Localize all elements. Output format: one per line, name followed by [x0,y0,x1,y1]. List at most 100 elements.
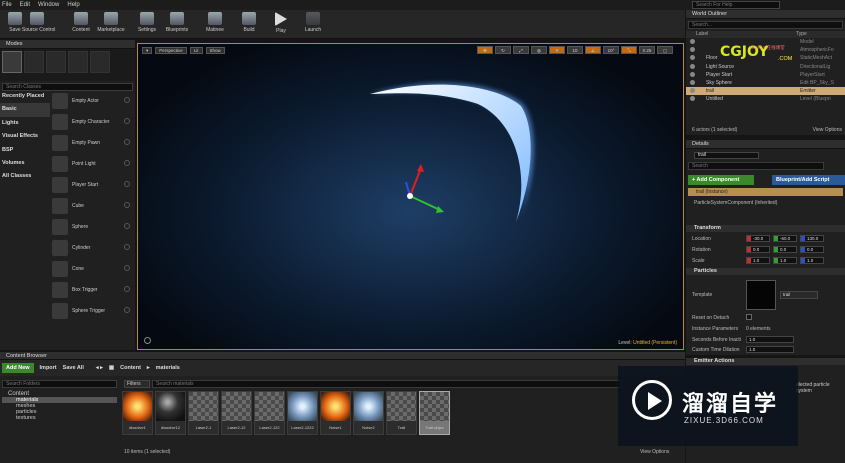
category-volumes[interactable]: Volumes [0,157,50,170]
blueprints-button[interactable]: Blueprints [162,12,192,38]
transform-section[interactable]: Transform [686,225,845,232]
outliner-row[interactable]: Player Start PlayerStart [686,71,845,79]
paint-mode-icon[interactable] [24,51,44,73]
place-mode-icon[interactable] [2,51,22,73]
path-root[interactable]: Content [120,365,141,371]
save-all-button[interactable]: Save All [63,365,84,371]
visibility-eye-icon[interactable] [690,39,695,44]
outliner-row[interactable]: trail Emitter [686,87,845,96]
col-type[interactable]: Type [796,31,807,38]
outliner-search-input[interactable]: Search... [688,21,843,29]
class-item-point-light[interactable]: Point Light [52,153,134,174]
particles-section[interactable]: Particles [686,268,845,275]
asset-tile[interactable]: Noise1 [320,391,351,435]
import-button[interactable]: Import [40,365,57,371]
viewport-menu-button[interactable]: ▾ [142,47,153,54]
perspective-button[interactable]: Perspective [155,47,187,54]
grid-snap-value[interactable]: 10 [567,46,583,54]
rotation-snap-icon[interactable]: ∠ [585,46,601,54]
class-info-icon[interactable] [124,139,130,145]
menu-item-help[interactable]: Help [67,2,79,8]
show-button[interactable]: Show [205,47,225,54]
landscape-mode-icon[interactable] [46,51,66,73]
foliage-mode-icon[interactable] [68,51,88,73]
class-item-cylinder[interactable]: Cylinder [52,237,134,258]
asset-tile[interactable]: Laser2-12 [221,391,252,435]
asset-tile[interactable]: Trail-objec [419,391,450,435]
visibility-eye-icon[interactable] [690,71,695,77]
actor-name-field[interactable]: trail [694,152,759,159]
visibility-eye-icon[interactable] [690,96,695,102]
class-item-empty-pawn[interactable]: Empty Pawn [52,132,134,153]
scale-z[interactable]: 1.0 [800,257,824,264]
class-item-cube[interactable]: Cube [52,195,134,216]
scale-x[interactable]: 1.0 [746,257,770,264]
asset-tile[interactable]: Laser2-1222 [287,391,318,435]
path-current[interactable]: materials [156,365,180,371]
location-label[interactable]: Location [692,236,711,242]
details-tab[interactable]: Details [686,140,845,149]
lit-button[interactable]: Lit [189,47,203,54]
particle-system-component[interactable]: ParticleSystemComponent (Inherited) [694,200,777,206]
class-info-icon[interactable] [124,118,130,124]
play-button[interactable]: Play [266,12,296,38]
asset-tile[interactable]: dissolve1 [122,391,153,435]
class-item-sphere-trigger[interactable]: Sphere Trigger [52,300,134,321]
category-all-classes[interactable]: All Classes [0,170,50,183]
rotation-z[interactable]: 0.0 [800,246,824,253]
translate-tool-icon[interactable]: ✥ [477,46,493,54]
rotation-y[interactable]: 0.0 [773,246,797,253]
category-basic[interactable]: Basic [0,103,50,117]
scale-label[interactable]: Scale [692,258,705,264]
back-arrow-icon[interactable]: ◂ ▸ [96,365,103,371]
folder-textures[interactable]: textures [2,415,117,421]
visibility-eye-icon[interactable] [690,88,695,94]
visibility-eye-icon[interactable] [690,47,695,53]
scale-snap-icon[interactable]: ⤡ [621,46,637,54]
filters-button[interactable]: Filters [124,380,150,388]
class-info-icon[interactable] [124,307,130,313]
asset-tile[interactable]: Laser2-1 [188,391,219,435]
visibility-eye-icon[interactable] [690,79,695,85]
add-new-button[interactable]: Add New [2,363,34,373]
grid-snap-icon[interactable]: # [549,46,565,54]
scale-tool-icon[interactable]: ⤢ [513,46,529,54]
folder-path-icon[interactable]: ▦ [109,365,114,371]
transform-gizmo[interactable] [405,164,444,213]
category-visual-effects[interactable]: Visual Effects [0,130,50,143]
class-item-player-start[interactable]: Player Start [52,174,134,195]
level-viewport[interactable]: ▾ Perspective Lit Show ✥ ↻ ⤢ ◍ # 10 ∠ 10… [137,43,684,350]
asset-tile[interactable]: dissolve12 [155,391,186,435]
class-info-icon[interactable] [124,97,130,103]
asset-tile[interactable]: Laser2-122 [254,391,285,435]
content-browser-tab[interactable]: Content Browser [0,352,685,360]
source-control-button[interactable]: Source Control [22,12,55,38]
settings-button[interactable]: Settings [132,12,162,38]
location-x[interactable]: -30.0 [746,235,770,242]
asset-tile[interactable]: Trail [386,391,417,435]
content-view-options[interactable]: View Options [640,449,669,455]
template-dropdown[interactable]: trail [780,291,818,299]
search-folders-input[interactable]: Search Folders [2,380,117,388]
maximize-viewport-icon[interactable]: ▢ [657,46,673,54]
scale-y[interactable]: 1.0 [773,257,797,264]
visibility-eye-icon[interactable] [690,55,695,61]
content-button[interactable]: Content [66,12,96,38]
geometry-mode-icon[interactable] [90,51,110,73]
outliner-view-options[interactable]: View Options [813,127,842,133]
location-z[interactable]: 130.0 [800,235,824,242]
outliner-row[interactable]: Sky Sphere Edit BP_Sky_S [686,79,845,87]
col-label[interactable]: Label [696,31,796,38]
matinee-button[interactable]: Matinee [200,12,230,38]
emitter-actions-section[interactable]: Emitter Actions [686,358,845,365]
category-recently-placed[interactable]: Recently Placed [0,90,50,103]
template-thumbnail[interactable] [746,280,776,310]
class-item-empty-character[interactable]: Empty Character [52,111,134,132]
class-info-icon[interactable] [124,181,130,187]
world-space-icon[interactable]: ◍ [531,46,547,54]
class-info-icon[interactable] [124,244,130,250]
instance-row[interactable]: trail (Instance) [688,188,843,196]
custom-time-dilation-field[interactable]: 1.0 [746,346,794,353]
class-info-icon[interactable] [124,223,130,229]
rotate-tool-icon[interactable]: ↻ [495,46,511,54]
